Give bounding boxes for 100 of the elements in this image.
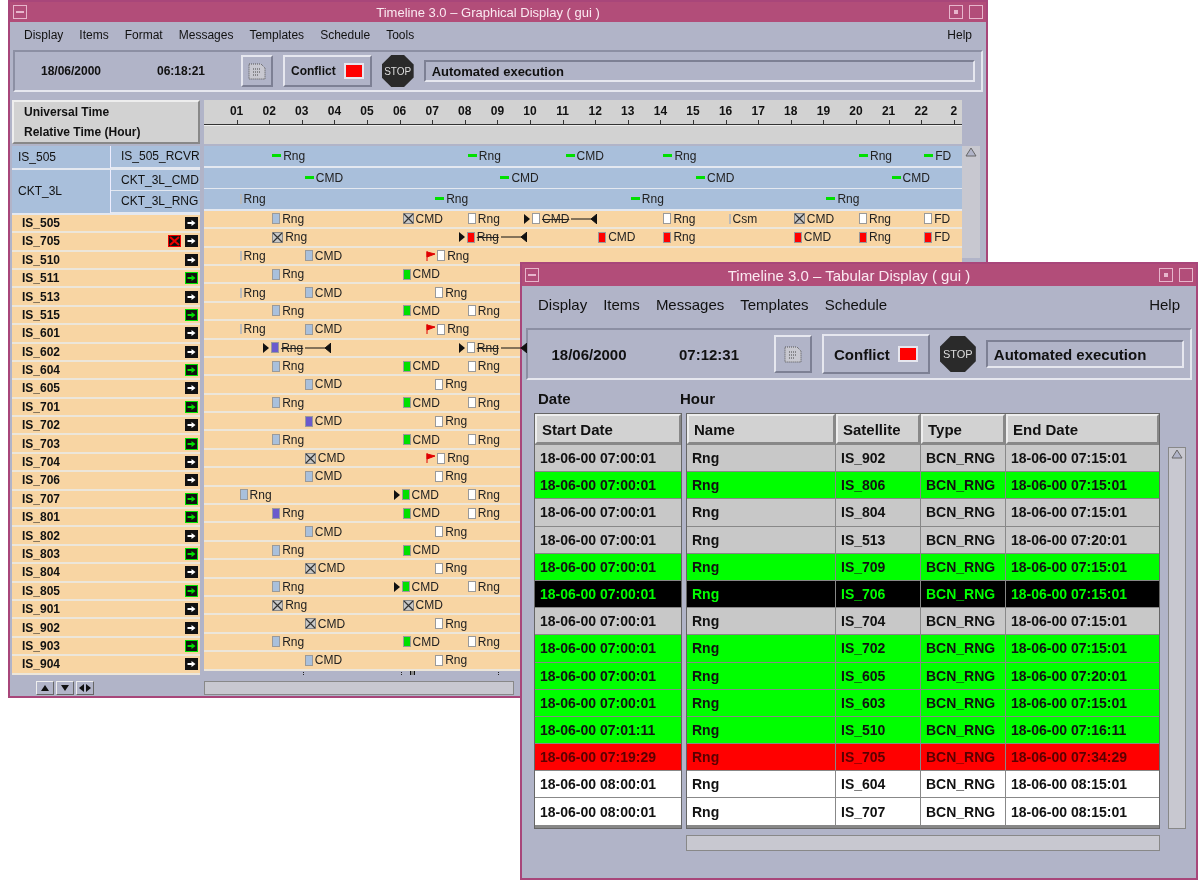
table-cell[interactable]: Rng <box>687 716 835 744</box>
table-cell[interactable]: 18-06-00 07:00:01 <box>535 445 681 472</box>
task-label[interactable]: CMD <box>576 148 604 163</box>
task-label[interactable]: FD <box>934 211 951 226</box>
task-label[interactable]: Rng <box>477 634 500 649</box>
table-cell[interactable]: BCN_RNG <box>921 526 1005 553</box>
menu-item[interactable]: Display <box>16 28 72 42</box>
table-cell[interactable]: Rng <box>687 635 835 662</box>
toolbar-button[interactable] <box>774 335 812 373</box>
arrow-icon[interactable] <box>185 566 198 579</box>
scroll-up-icon[interactable] <box>1171 448 1183 460</box>
table-cell[interactable]: BCN_RNG <box>921 553 1005 580</box>
task-label[interactable]: Rng <box>282 506 305 521</box>
table-cell[interactable]: 18-06-00 07:20:01 <box>1006 662 1159 689</box>
task-label[interactable]: CMD <box>314 322 343 337</box>
task-label[interactable]: Rng <box>282 359 305 374</box>
table-cell[interactable]: 18-06-00 07:15:01 <box>1006 499 1159 526</box>
table-cell[interactable]: 18-06-00 07:00:01 <box>535 662 681 689</box>
table-cell[interactable]: 18-06-00 07:00:01 <box>535 553 681 580</box>
task-label[interactable]: Rng <box>447 322 470 337</box>
task-label[interactable]: Rng <box>243 248 266 263</box>
task-label[interactable]: Rng <box>445 524 468 539</box>
table-cell[interactable]: Rng <box>687 553 835 580</box>
menu-item[interactable]: Format <box>116 28 171 42</box>
arrow-icon[interactable] <box>185 603 198 616</box>
task-label[interactable]: CMD <box>317 616 346 631</box>
task-label[interactable]: CMD <box>412 432 440 447</box>
table-cell[interactable]: BCN_RNG <box>921 716 1005 744</box>
task-label[interactable]: FD <box>935 148 952 163</box>
table-cell[interactable]: 18-06-00 07:01:11 <box>535 716 681 744</box>
menu-item[interactable]: Schedule <box>312 28 379 42</box>
task-label[interactable]: CMD <box>314 653 343 668</box>
arrow-icon[interactable] <box>185 253 198 266</box>
toolbar-button[interactable] <box>241 55 273 87</box>
task-label[interactable]: Rng <box>447 248 470 263</box>
task-label[interactable]: CMD <box>314 414 343 429</box>
task-label[interactable]: CMD <box>412 359 440 374</box>
arrow-icon[interactable] <box>185 621 198 634</box>
task-label[interactable]: Rng <box>477 487 500 502</box>
table-cell[interactable]: 18-06-00 07:20:01 <box>1006 526 1159 553</box>
table-cell[interactable]: IS_605 <box>836 662 920 689</box>
task-label[interactable]: Rng <box>282 395 305 410</box>
task-label[interactable]: CMD <box>412 634 440 649</box>
table-cell[interactable]: 18-06-00 08:00:01 <box>535 798 681 825</box>
menu-item[interactable]: Templates <box>241 28 313 42</box>
arrow-icon[interactable] <box>185 345 198 358</box>
table-cell[interactable]: BCN_RNG <box>921 472 1005 499</box>
menu-item[interactable]: Items <box>595 295 648 313</box>
task-label[interactable]: Rng <box>282 211 305 226</box>
task-label[interactable]: Rng <box>243 192 266 206</box>
arrow-icon[interactable] <box>185 529 198 542</box>
table-cell[interactable]: Rng <box>687 472 835 499</box>
task-label[interactable]: CMD <box>317 451 346 466</box>
task-label[interactable]: Rng <box>283 148 306 163</box>
menu-item[interactable]: Messages <box>170 28 242 42</box>
column-header[interactable]: Start Date <box>535 414 681 444</box>
menu-item[interactable]: Templates <box>732 295 817 313</box>
table-cell[interactable]: 18-06-00 07:15:01 <box>1006 580 1159 608</box>
task-label[interactable]: Rng <box>870 148 892 163</box>
task-label[interactable]: Rng <box>445 561 468 576</box>
task-label[interactable]: Rng <box>243 285 266 300</box>
menu-item[interactable]: Display <box>530 295 596 313</box>
task-label[interactable]: CMD <box>314 469 343 484</box>
task-label[interactable]: Rng <box>837 192 860 206</box>
task-label[interactable]: CMD <box>317 561 346 576</box>
task-label[interactable]: CMD <box>415 598 443 613</box>
horizontal-scrollbar[interactable] <box>686 835 1160 851</box>
maximize-icon[interactable] <box>1179 268 1193 282</box>
table-cell[interactable]: 18-06-00 08:15:01 <box>1006 771 1159 798</box>
task-label[interactable]: CMD <box>608 230 636 245</box>
column-header[interactable]: End Date <box>1006 414 1159 444</box>
down-button[interactable] <box>56 680 74 695</box>
table-cell[interactable]: BCN_RNG <box>921 744 1005 771</box>
table-cell[interactable]: 18-06-00 07:15:01 <box>1006 608 1159 635</box>
task-label[interactable]: Rng <box>478 148 501 163</box>
table-cell[interactable]: IS_709 <box>836 553 920 580</box>
task-label[interactable]: Rng <box>477 579 500 594</box>
task-label[interactable]: CMD <box>314 285 343 300</box>
table-cell[interactable]: 18-06-00 07:00:01 <box>535 689 681 716</box>
table-cell[interactable]: BCN_RNG <box>921 499 1005 526</box>
task-label[interactable]: Rng <box>249 487 272 502</box>
task-label[interactable]: CMD <box>415 211 443 226</box>
task-label[interactable]: Rng <box>445 616 468 631</box>
table-cell[interactable]: Rng <box>687 771 835 798</box>
stop-button[interactable]: STOP <box>381 55 414 87</box>
table-cell[interactable]: IS_806 <box>836 472 920 499</box>
minimize-icon[interactable] <box>1159 268 1173 282</box>
task-label[interactable]: Rng <box>477 211 500 226</box>
table-cell[interactable]: BCN_RNG <box>921 580 1005 608</box>
table-cell[interactable]: Rng <box>687 580 835 608</box>
table-cell[interactable]: Rng <box>687 445 835 472</box>
task-label[interactable]: Rng <box>243 322 266 337</box>
task-label[interactable]: Rng <box>445 469 468 484</box>
table-cell[interactable]: IS_603 <box>836 689 920 716</box>
task-label[interactable]: Rng <box>476 340 499 355</box>
task-label[interactable]: Rng <box>282 579 305 594</box>
task-label[interactable]: Rng <box>445 414 468 429</box>
arrow-icon[interactable] <box>185 235 198 248</box>
task-label[interactable]: FD <box>934 230 951 245</box>
table-cell[interactable]: Rng <box>687 526 835 553</box>
